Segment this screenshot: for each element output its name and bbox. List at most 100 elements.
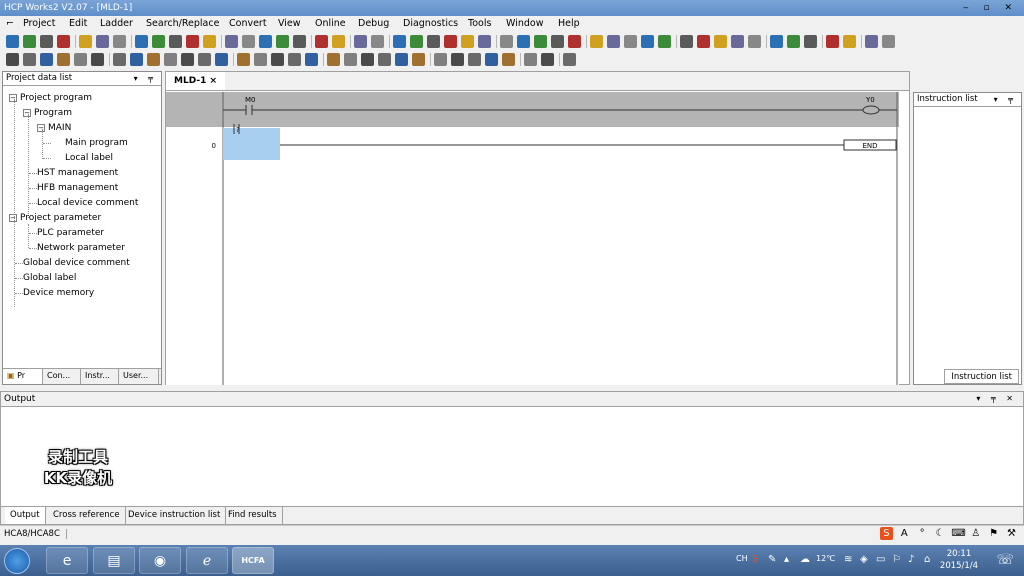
tb1-button-icon[interactable] [748,35,761,48]
tb2-button-icon[interactable] [412,53,425,66]
user-icon[interactable]: ♙ [969,527,982,540]
tab-find-results[interactable]: Find results [223,507,283,524]
tb1-button-icon[interactable] [371,35,384,48]
tb1-button-icon[interactable] [203,35,216,48]
tb1-button-icon[interactable] [354,35,367,48]
tb2-button-icon[interactable] [395,53,408,66]
help-bubble-icon[interactable]: ☏ [996,552,1014,568]
explorer-taskbar-icon[interactable]: ▤ [93,547,135,574]
tb2-button-icon[interactable] [361,53,374,66]
punctuation-icon[interactable]: ° [916,527,929,540]
tb1-button-icon[interactable] [393,35,406,48]
tb2-button-icon[interactable] [451,53,464,66]
tb1-button-icon[interactable] [770,35,783,48]
tab-project[interactable]: ▣ Pr [3,369,43,384]
tb1-button-icon[interactable] [658,35,671,48]
tb1-button-icon[interactable] [135,35,148,48]
tb1-button-icon[interactable] [6,35,19,48]
collapse-icon[interactable]: − [37,124,45,132]
tb1-button-icon[interactable] [478,35,491,48]
menu-view[interactable]: View [278,16,301,32]
tray-sogou-icon[interactable]: S [752,554,758,565]
panel-controls[interactable]: ▾ ╤ [994,93,1017,106]
tb1-button-icon[interactable] [152,35,165,48]
tb2-button-icon[interactable] [181,53,194,66]
tb1-button-icon[interactable] [113,35,126,48]
tb2-button-icon[interactable] [198,53,211,66]
menu-project[interactable]: Project [23,16,56,32]
menu-tools[interactable]: Tools [468,16,491,32]
menu-convert[interactable]: Convert [229,16,267,32]
tb1-button-icon[interactable] [444,35,457,48]
tb1-button-icon[interactable] [568,35,581,48]
tb2-button-icon[interactable] [23,53,36,66]
tree-item-hst-management[interactable]: HST management [37,167,118,179]
tb1-button-icon[interactable] [169,35,182,48]
tb1-button-icon[interactable] [714,35,727,48]
tb1-button-icon[interactable] [225,35,238,48]
chrome-taskbar-icon[interactable]: ◉ [139,547,181,574]
tab-output[interactable]: Output [5,507,46,524]
network-icon[interactable]: ◈ [860,554,868,565]
tb1-button-icon[interactable] [57,35,70,48]
tree-item-device-memory[interactable]: Device memory [23,287,94,299]
tb2-button-icon[interactable] [344,53,357,66]
tb1-button-icon[interactable] [23,35,36,48]
tb1-button-icon[interactable] [680,35,693,48]
tray-pen-icon[interactable]: ✎ [768,554,776,565]
tree-item-global-label[interactable]: Global label [23,272,76,284]
tree-item-plc-parameter[interactable]: PLC parameter [37,227,104,239]
tree-item-main[interactable]: − MAIN [37,122,71,134]
shirt-icon[interactable]: ⚑ [987,527,1000,540]
tb2-button-icon[interactable] [305,53,318,66]
menu-edit[interactable]: Edit [69,16,87,32]
tb1-button-icon[interactable] [186,35,199,48]
wifi-icon[interactable]: ≋ [844,554,852,565]
tb1-button-icon[interactable] [293,35,306,48]
tb2-button-icon[interactable] [541,53,554,66]
collapse-icon[interactable]: − [9,94,17,102]
tb1-button-icon[interactable] [79,35,92,48]
tb1-button-icon[interactable] [590,35,603,48]
tab-mld-1[interactable]: MLD-1 × [166,72,226,90]
tb1-button-icon[interactable] [697,35,710,48]
tb1-button-icon[interactable] [96,35,109,48]
tree-item-program[interactable]: − Program [23,107,72,119]
tb2-button-icon[interactable] [215,53,228,66]
tb2-button-icon[interactable] [468,53,481,66]
tb2-button-icon[interactable] [434,53,447,66]
flag-icon[interactable]: ⚐ [892,554,901,565]
tb1-button-icon[interactable] [259,35,272,48]
ime-mode-icon[interactable]: A [898,527,911,540]
tb2-button-icon[interactable] [288,53,301,66]
tb1-button-icon[interactable] [804,35,817,48]
tray-temperature[interactable]: 12℃ [816,554,835,563]
menu-help[interactable]: Help [558,16,580,32]
tb1-button-icon[interactable] [787,35,800,48]
tray-arrow-icon[interactable]: ▴ [784,554,789,565]
tb2-button-icon[interactable] [327,53,340,66]
tab-cross-reference[interactable]: Cross reference [48,507,126,524]
tb1-button-icon[interactable] [410,35,423,48]
tb1-button-icon[interactable] [826,35,839,48]
tb1-button-icon[interactable] [882,35,895,48]
tb1-button-icon[interactable] [461,35,474,48]
tb2-button-icon[interactable] [57,53,70,66]
ie-taskbar-icon[interactable]: e [46,547,88,574]
tree-item-local-label[interactable]: Local label [65,152,113,164]
tab-instruction-list[interactable]: Instruction list [944,369,1019,384]
tb1-button-icon[interactable] [427,35,440,48]
tb2-button-icon[interactable] [502,53,515,66]
tb1-button-icon[interactable] [500,35,513,48]
battery-icon[interactable]: ▭ [876,554,885,565]
start-button-icon[interactable] [4,548,30,574]
tree-item-global-device-comment[interactable]: Global device comment [23,257,130,269]
menu-diagnostics[interactable]: Diagnostics [403,16,458,32]
tb2-button-icon[interactable] [130,53,143,66]
tree-item-local-device-comment[interactable]: Local device comment [37,197,138,209]
window-controls[interactable]: ‒ ▫ ✕ [963,0,1018,16]
sogou-ime-icon[interactable]: S [879,527,893,540]
ladder-canvas[interactable]: M0 Y0 ? 0 END [166,92,899,385]
tb2-button-icon[interactable] [113,53,126,66]
tb1-button-icon[interactable] [332,35,345,48]
